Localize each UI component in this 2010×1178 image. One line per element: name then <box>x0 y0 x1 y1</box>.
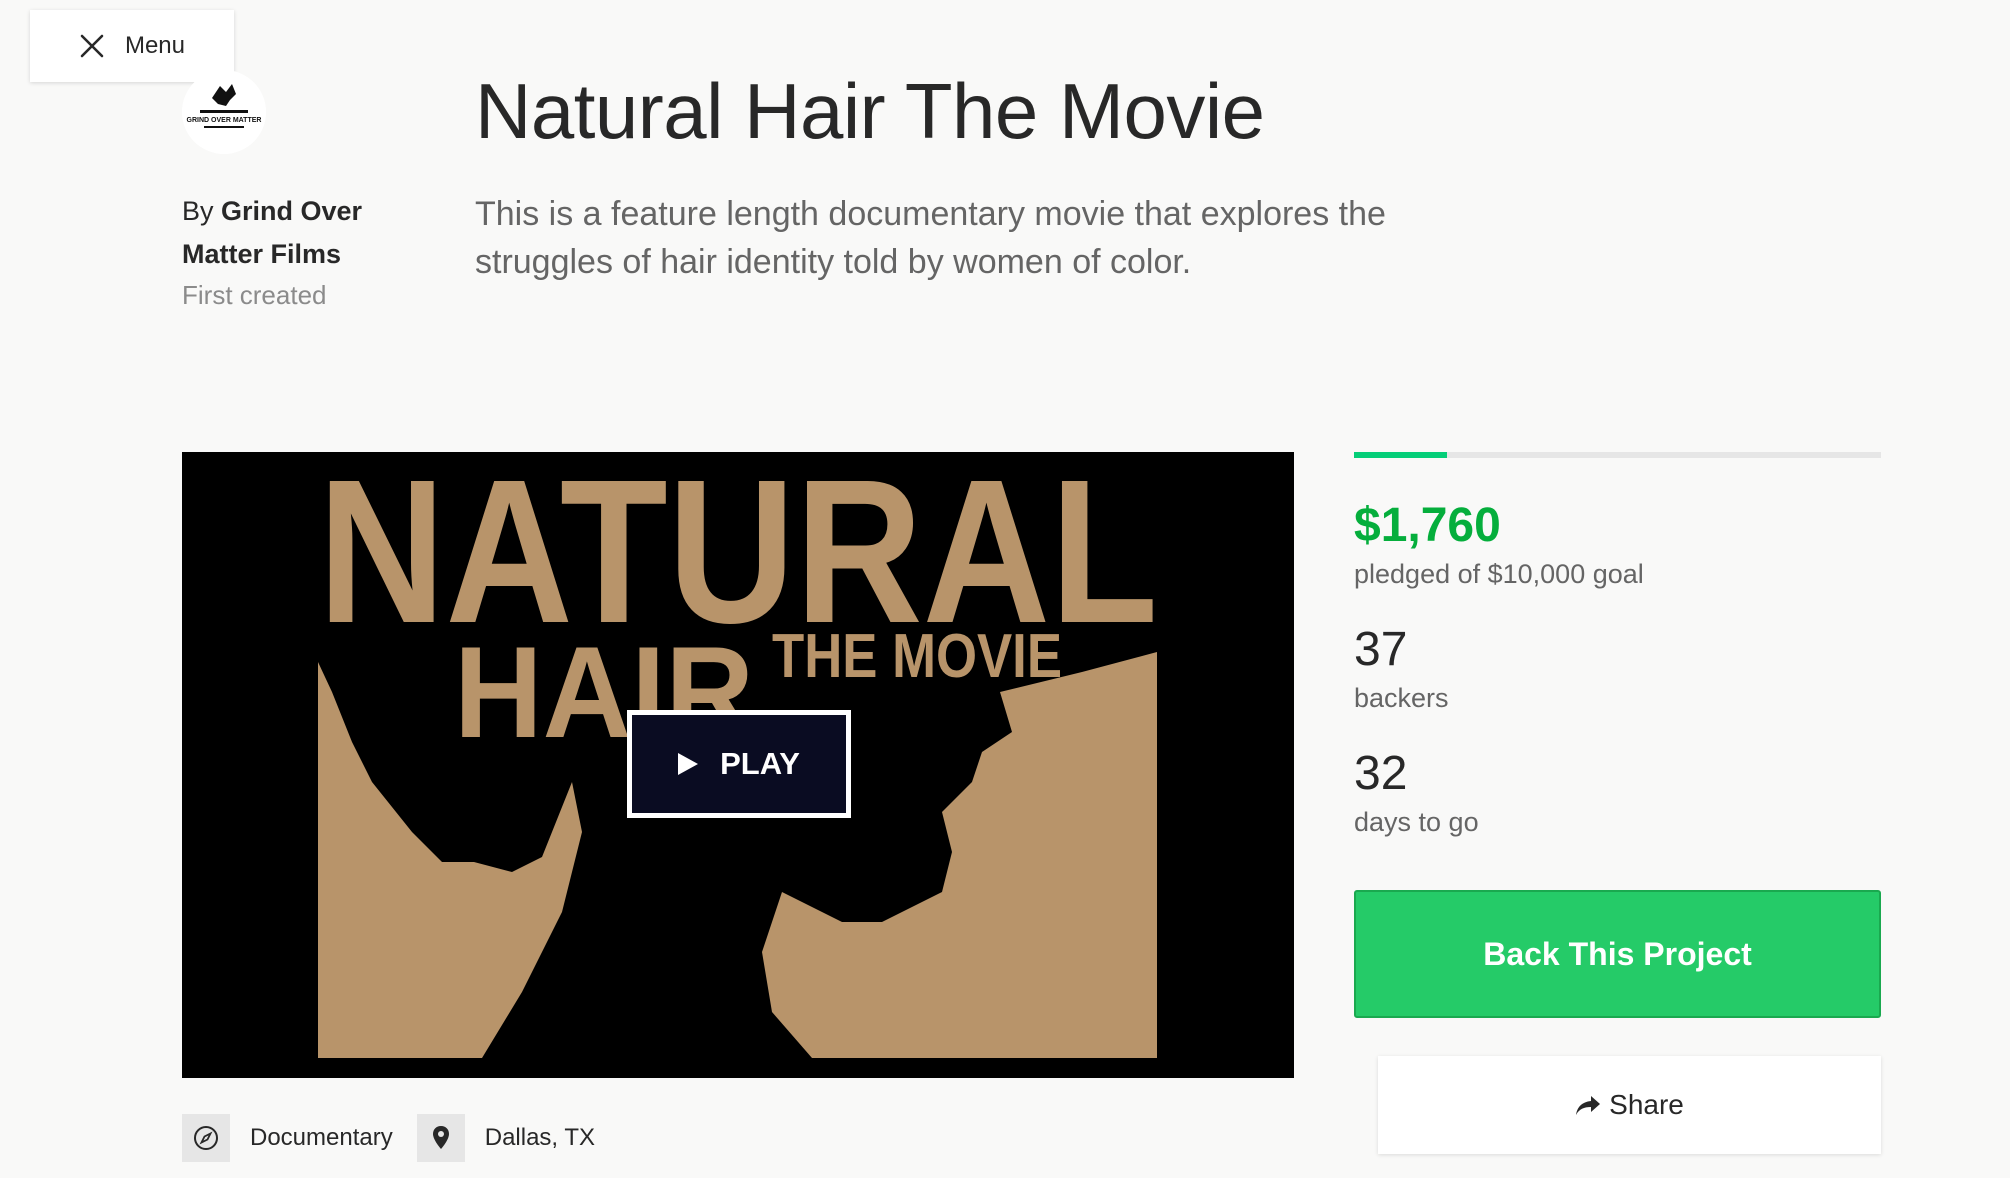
backers-label: backers <box>1354 683 1449 713</box>
days-to-go-label: days to go <box>1354 807 1479 837</box>
play-button[interactable]: PLAY <box>627 710 851 818</box>
creator-avatar[interactable]: GRIND OVER MATTER <box>182 70 266 154</box>
play-label: PLAY <box>720 746 800 781</box>
by-label: By <box>182 196 214 226</box>
video-player[interactable]: NATURAL HAIR THE MOVIE PLAY <box>182 452 1294 1078</box>
compass-icon <box>182 1114 230 1162</box>
funding-progress-bar <box>1354 452 1881 458</box>
funding-progress-fill <box>1354 452 1447 458</box>
days-to-go-count: 32 <box>1354 747 1408 800</box>
share-label: Share <box>1609 1089 1684 1120</box>
menu-button[interactable]: Menu <box>30 10 234 82</box>
back-project-button[interactable]: Back This Project <box>1354 890 1881 1018</box>
poster-title-the-movie: THE MOVIE <box>772 622 1062 691</box>
backers-count: 37 <box>1354 623 1408 676</box>
share-arrow-icon <box>1576 1096 1601 1115</box>
project-blurb: This is a feature length documentary mov… <box>475 195 1386 281</box>
pledged-amount: $1,760 <box>1354 499 1501 552</box>
share-button[interactable]: Share <box>1378 1056 1881 1154</box>
project-tags: Documentary Dallas, TX <box>182 1114 619 1162</box>
creator-logo: GRIND OVER MATTER <box>182 70 266 154</box>
menu-label: Menu <box>124 32 186 59</box>
creator-byline: By Grind Over Matter Films <box>182 190 412 276</box>
close-icon <box>80 34 104 58</box>
tag-location[interactable]: Dallas, TX <box>485 1124 595 1152</box>
project-title: Natural Hair The Movie <box>475 67 1265 155</box>
location-pin-icon <box>416 1114 465 1162</box>
funding-stats: $1,760 pledged of $10,000 goal 37 backer… <box>1354 496 1881 840</box>
play-icon <box>678 753 699 775</box>
svg-text:GRIND OVER MATTER: GRIND OVER MATTER <box>187 117 262 124</box>
tag-category[interactable]: Documentary <box>250 1124 393 1152</box>
first-created-label: First created <box>182 280 327 310</box>
pledged-goal-text: pledged of $10,000 goal <box>1354 559 1644 589</box>
